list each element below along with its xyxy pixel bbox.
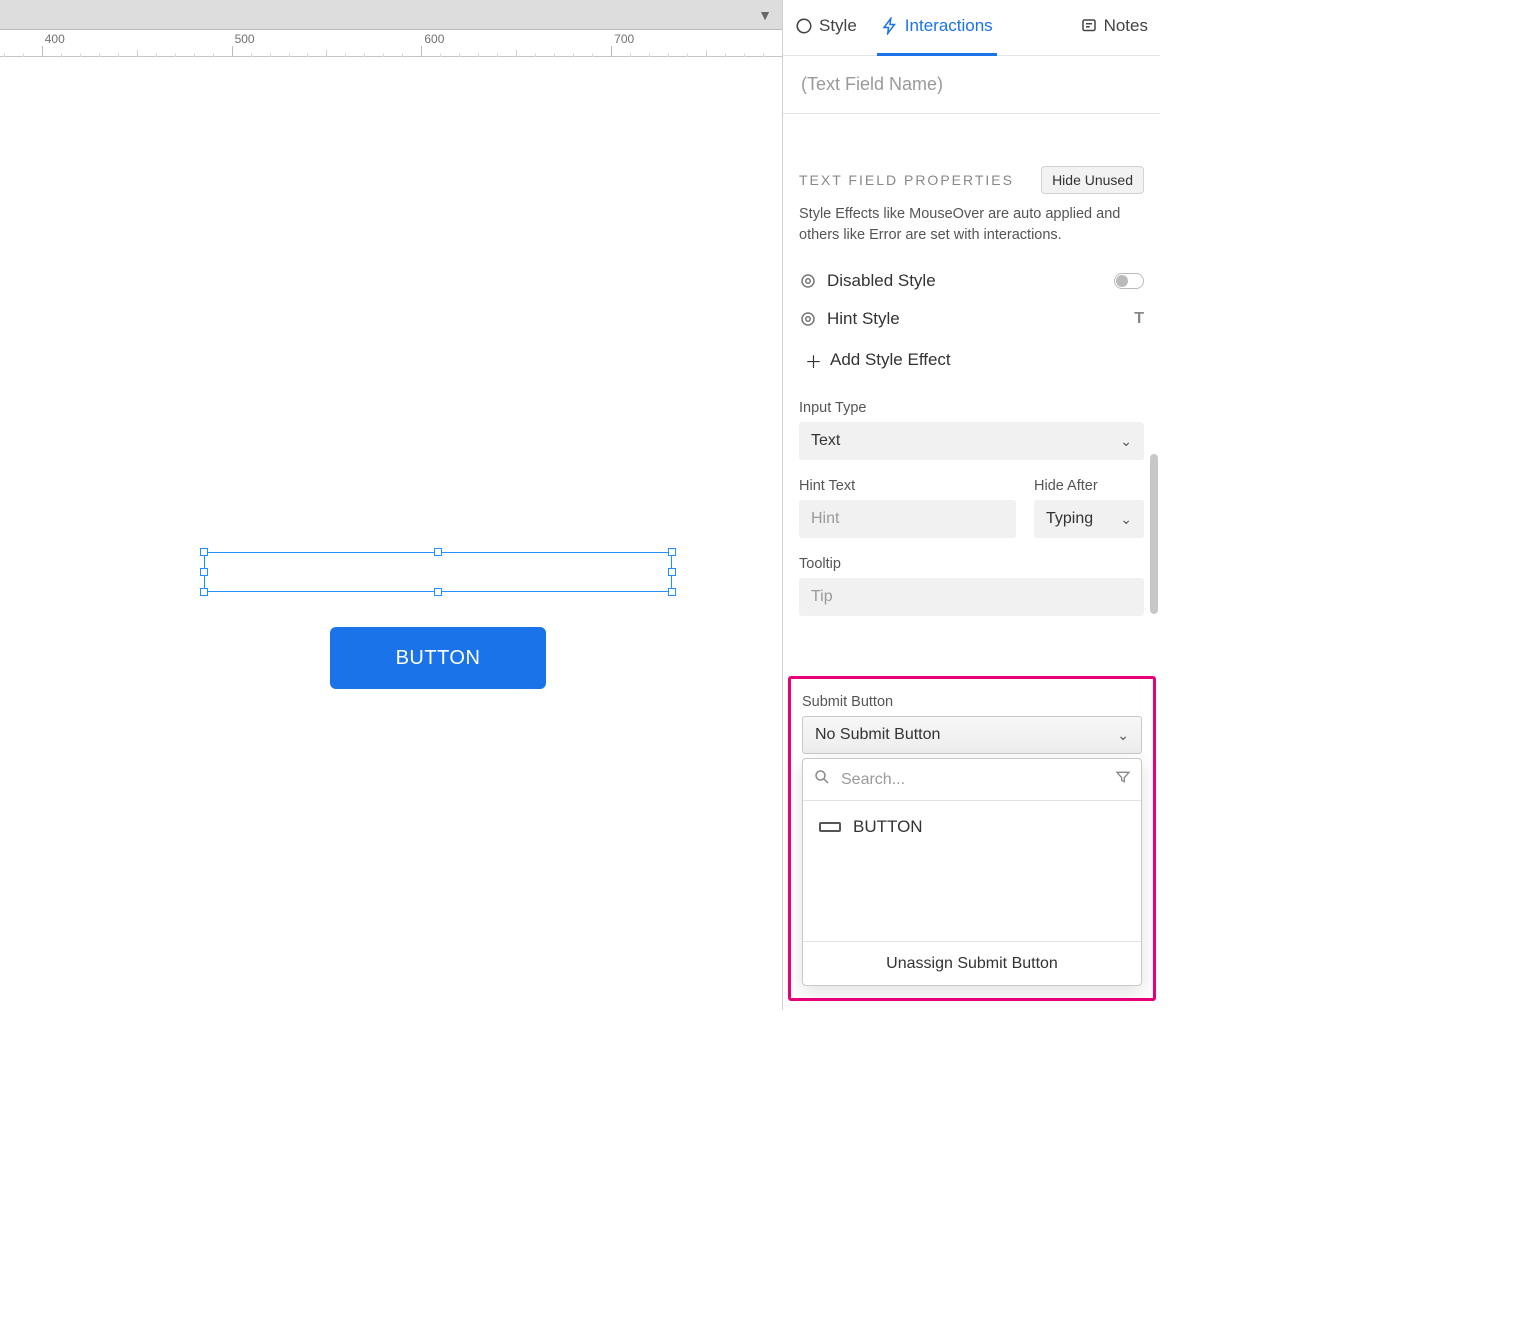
resize-handle-se[interactable] xyxy=(668,588,676,596)
ruler-major-label: 700 xyxy=(614,32,634,46)
inspector-tabs: Style Interactions Notes xyxy=(783,0,1160,56)
input-type-select[interactable]: Text ⌄ xyxy=(799,422,1144,460)
ruler-major-label: 600 xyxy=(424,32,444,46)
search-icon xyxy=(813,768,831,791)
ruler-major-label: 400 xyxy=(45,32,65,46)
toggle-icon[interactable] xyxy=(1114,273,1144,289)
section-title: TEXT FIELD PROPERTIES xyxy=(799,172,1014,188)
disabled-style-label: Disabled Style xyxy=(827,271,936,291)
filter-icon[interactable] xyxy=(1115,769,1131,790)
submit-button-value: No Submit Button xyxy=(815,726,940,744)
plus-icon: ＋ xyxy=(805,348,822,373)
submit-button-select[interactable]: No Submit Button ⌄ xyxy=(802,716,1142,754)
resize-handle-e[interactable] xyxy=(668,568,676,576)
widget-name-row xyxy=(783,56,1160,114)
note-icon xyxy=(1080,17,1098,35)
hide-after-select[interactable]: Typing ⌄ xyxy=(1034,500,1144,538)
popover-search-row xyxy=(803,759,1141,801)
design-canvas[interactable]: ▼ 400 500 600 700 BUTTON xyxy=(0,0,782,1010)
resize-handle-n[interactable] xyxy=(434,548,442,556)
chevron-down-icon: ⌄ xyxy=(1120,433,1132,450)
hint-text-input-wrap xyxy=(799,500,1016,538)
popover-option-label: BUTTON xyxy=(853,817,923,837)
style-icon xyxy=(795,17,813,35)
popover-search-input[interactable] xyxy=(841,771,1105,789)
target-icon xyxy=(799,272,817,290)
chevron-down-icon: ⌄ xyxy=(1117,727,1129,744)
button-widget-icon xyxy=(819,822,841,832)
hint-text-input[interactable] xyxy=(811,510,1004,528)
resize-handle-w[interactable] xyxy=(200,568,208,576)
hide-unused-button[interactable]: Hide Unused xyxy=(1041,166,1144,194)
add-style-effect-label: Add Style Effect xyxy=(830,350,951,370)
text-style-icon[interactable]: T xyxy=(1134,310,1144,328)
tooltip-label: Tooltip xyxy=(799,556,1144,572)
ruler-major-label: 500 xyxy=(235,32,255,46)
tab-style-label: Style xyxy=(819,16,857,36)
hint-style-row[interactable]: Hint Style T xyxy=(799,300,1144,338)
toolbar-caret-icon[interactable]: ▼ xyxy=(758,7,772,23)
resize-handle-ne[interactable] xyxy=(668,548,676,556)
hide-after-value: Typing xyxy=(1046,510,1093,528)
popover-options: BUTTON xyxy=(803,801,1141,941)
resize-handle-nw[interactable] xyxy=(200,548,208,556)
scrollbar-thumb[interactable] xyxy=(1150,454,1158,614)
hint-text-label: Hint Text xyxy=(799,478,1016,494)
widget-name-input[interactable] xyxy=(801,74,1142,95)
lightning-icon xyxy=(881,17,899,35)
hint-style-label: Hint Style xyxy=(827,309,900,329)
popover-option-button[interactable]: BUTTON xyxy=(803,809,1141,845)
canvas-button-widget[interactable]: BUTTON xyxy=(330,627,546,689)
horizontal-ruler: 400 500 600 700 xyxy=(0,30,782,57)
target-icon xyxy=(799,310,817,328)
canvas-toolbar: ▼ xyxy=(0,0,782,30)
tab-notes-label: Notes xyxy=(1104,16,1148,36)
submit-button-section: Submit Button No Submit Button ⌄ BUTTON … xyxy=(788,680,1156,986)
hide-after-label: Hide After xyxy=(1034,478,1144,494)
resize-handle-s[interactable] xyxy=(434,588,442,596)
tab-notes[interactable]: Notes xyxy=(1076,0,1152,56)
submit-button-popover: BUTTON Unassign Submit Button xyxy=(802,758,1142,986)
tooltip-input-wrap xyxy=(799,578,1144,616)
tab-style[interactable]: Style xyxy=(791,0,861,56)
tooltip-input[interactable] xyxy=(811,588,1132,606)
input-type-value: Text xyxy=(811,432,840,450)
disabled-style-row[interactable]: Disabled Style xyxy=(799,262,1144,300)
input-type-label: Input Type xyxy=(799,400,1144,416)
tab-interactions[interactable]: Interactions xyxy=(877,0,997,56)
section-helper-text: Style Effects like MouseOver are auto ap… xyxy=(799,204,1144,246)
unassign-submit-button[interactable]: Unassign Submit Button xyxy=(803,941,1141,985)
tab-interactions-label: Interactions xyxy=(905,16,993,36)
selected-text-field-widget[interactable] xyxy=(204,552,672,592)
resize-handle-sw[interactable] xyxy=(200,588,208,596)
submit-button-label: Submit Button xyxy=(802,694,1142,710)
chevron-down-icon: ⌄ xyxy=(1120,511,1132,528)
add-style-effect-button[interactable]: ＋ Add Style Effect xyxy=(799,338,1144,382)
